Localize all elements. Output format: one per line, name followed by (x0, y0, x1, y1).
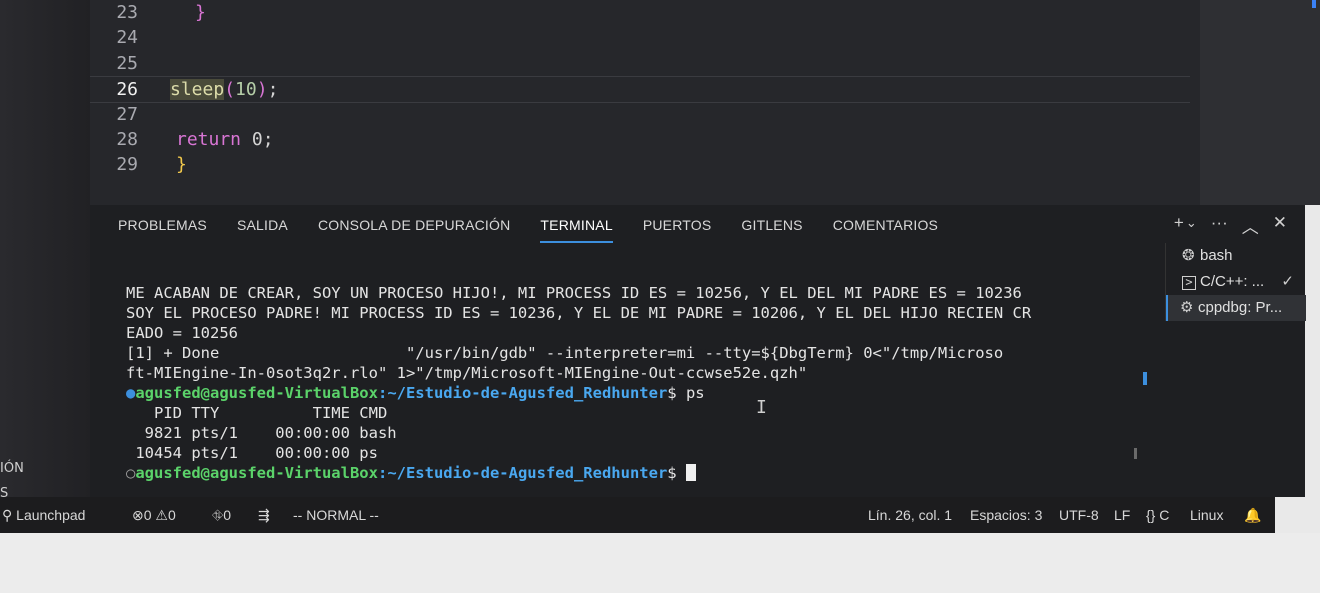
terminal-command: ps (685, 384, 705, 402)
line-number: 24 (116, 27, 138, 48)
command-success-icon: ● (126, 384, 136, 402)
terminal-output[interactable]: ME ACABAN DE CREAR, SOY UN PROCESO HIJO!… (126, 283, 1176, 483)
language-mode[interactable]: {} C (1146, 507, 1169, 523)
terminal-icon: > (1182, 276, 1196, 290)
launchpad-icon: ⚲ (2, 507, 13, 523)
code-token: return (176, 129, 242, 150)
prompt-symbol: $ (667, 464, 686, 482)
panel-actions: + ⌄ ··· ︿ ✕ (1174, 213, 1287, 238)
code-line-current: 26 sleep(10); (90, 76, 1190, 103)
screen-bezel (0, 533, 1320, 593)
warning-count: 0 (167, 507, 176, 523)
tab-terminal[interactable]: TERMINAL (540, 215, 613, 243)
bash-icon: ❂ (1182, 247, 1195, 264)
terminal-item-label: C/C++: ... (1200, 273, 1265, 290)
os-indicator[interactable]: Linux (1190, 507, 1223, 523)
panel-tabs: PROBLEMAS SALIDA CONSOLA DE DEPURACIÓN T… (118, 215, 968, 245)
cursor-position[interactable]: Lín. 26, col. 1 (868, 507, 952, 523)
ports-count: 0 (223, 507, 231, 523)
more-icon[interactable]: ··· (1211, 213, 1228, 238)
launchpad-label: Launchpad (16, 507, 86, 523)
code-line: 24 (90, 25, 1190, 50)
bottom-panel: PROBLEMAS SALIDA CONSOLA DE DEPURACIÓN T… (90, 205, 1306, 497)
check-icon: ✓ (1281, 273, 1294, 290)
error-icon: ⊗ (132, 507, 144, 523)
code-line: 23 } (90, 0, 1190, 25)
terminal-item-bash[interactable]: ❂ bash (1166, 243, 1306, 269)
problems-indicator[interactable]: ⊗0 ⚠0 (132, 507, 176, 524)
terminal-line: EADO = 10256 (126, 324, 238, 342)
line-number: 27 (116, 104, 138, 125)
prompt-symbol: $ (667, 384, 686, 402)
terminal-item-cpp[interactable]: > C/C++: ... ✓ (1166, 269, 1306, 295)
minimap[interactable] (1200, 0, 1320, 205)
tab-gitlens[interactable]: GITLENS (741, 215, 802, 241)
vim-mode: -- NORMAL -- (293, 507, 379, 523)
code-token: } (195, 2, 206, 23)
tab-comentarios[interactable]: COMENTARIOS (833, 215, 938, 241)
line-number: 25 (116, 53, 138, 74)
terminal-item-cppdbg[interactable]: ⚙ cppdbg: Pr... (1166, 295, 1306, 321)
indentation[interactable]: Espacios: 3 (970, 507, 1042, 523)
prompt-user: agusfed@agusfed-VirtualBox (135, 384, 378, 402)
terminal-line: SOY EL PROCESO PADRE! MI PROCESS ID ES =… (126, 304, 1032, 322)
prompt-user: agusfed@agusfed-VirtualBox (135, 464, 378, 482)
code-line: 28 return 0; (90, 127, 1190, 152)
tab-salida[interactable]: SALIDA (237, 215, 288, 241)
line-number: 29 (116, 154, 138, 175)
mouse-ibeam-icon: I (756, 397, 767, 418)
terminal-line: 9821 pts/1 00:00:00 bash (126, 424, 397, 442)
close-icon[interactable]: ✕ (1273, 213, 1287, 238)
ports-icon: ⛗ (212, 507, 224, 523)
maximize-panel-icon[interactable]: ︿ (1242, 213, 1259, 238)
line-number: 28 (116, 129, 138, 150)
code-token: ; (267, 79, 279, 100)
warning-icon: ⚠ (155, 507, 168, 523)
code-line: 27 (90, 102, 1190, 127)
line-number: 23 (116, 2, 138, 23)
notifications-icon[interactable]: 🔔 (1244, 507, 1261, 524)
terminal-prompt-line: ○agusfed@agusfed-VirtualBox:~/Estudio-de… (126, 463, 1176, 483)
encoding[interactable]: UTF-8 (1059, 507, 1099, 523)
tab-problemas[interactable]: PROBLEMAS (118, 215, 207, 241)
terminal-item-label: cppdbg: Pr... (1198, 299, 1283, 316)
code-line: 29 } (90, 152, 1190, 177)
chevron-down-icon[interactable]: ⌄ (1186, 215, 1197, 238)
terminal-line: ft-MIEngine-In-0sot3q2r.rlo" 1>"/tmp/Mic… (126, 364, 808, 382)
command-pending-icon: ○ (126, 464, 136, 482)
terminal-line: [1] + Done "/usr/bin/gdb" --interpreter=… (126, 344, 1004, 362)
code-token: 0; (251, 129, 274, 150)
prompt-path: :~/Estudio-de-Agusfed_Redhunter (377, 384, 668, 402)
status-bar: ⚲ Launchpad ⊗0 ⚠0 ⛗0 ⇶ -- NORMAL -- Lín.… (0, 497, 1275, 533)
live-share-icon[interactable]: ⇶ (258, 507, 270, 524)
code-token: } (176, 154, 187, 175)
scrollbar-marker (1134, 448, 1137, 459)
new-terminal-icon[interactable]: + (1174, 213, 1184, 238)
error-count: 0 (143, 507, 152, 523)
terminal-line: 10454 pts/1 00:00:00 ps (126, 444, 378, 462)
code-token: sleep (170, 79, 225, 100)
terminal-line: PID TTY TIME CMD (126, 404, 388, 422)
tab-consola-depuracion[interactable]: CONSOLA DE DEPURACIÓN (318, 215, 510, 241)
code-editor[interactable]: 23 } 24 25 26 sleep(10); 27 28 return 0;… (90, 0, 1200, 205)
line-ending[interactable]: LF (1114, 507, 1130, 523)
terminal-list: ❂ bash > C/C++: ... ✓ ⚙ cppdbg: Pr... (1165, 243, 1306, 321)
line-number: 26 (116, 79, 138, 100)
terminal-item-label: bash (1200, 247, 1233, 264)
tab-puertos[interactable]: PUERTOS (643, 215, 712, 241)
ports-indicator[interactable]: ⛗0 (212, 507, 231, 524)
prompt-path: :~/Estudio-de-Agusfed_Redhunter (377, 464, 668, 482)
terminal-line: ME ACABAN DE CREAR, SOY UN PROCESO HIJO!… (126, 284, 1022, 302)
terminal-prompt-line: ●agusfed@agusfed-VirtualBox:~/Estudio-de… (126, 383, 1176, 403)
launchpad-item[interactable]: ⚲ Launchpad (2, 507, 85, 524)
terminal-cursor (685, 464, 696, 481)
scrollbar-marker (1143, 372, 1147, 385)
sidebar-partial-text: IÓN (0, 461, 24, 476)
debug-icon: ⚙ (1180, 299, 1194, 316)
code-line: 25 (90, 51, 1190, 76)
code-token: 10 (235, 79, 257, 100)
